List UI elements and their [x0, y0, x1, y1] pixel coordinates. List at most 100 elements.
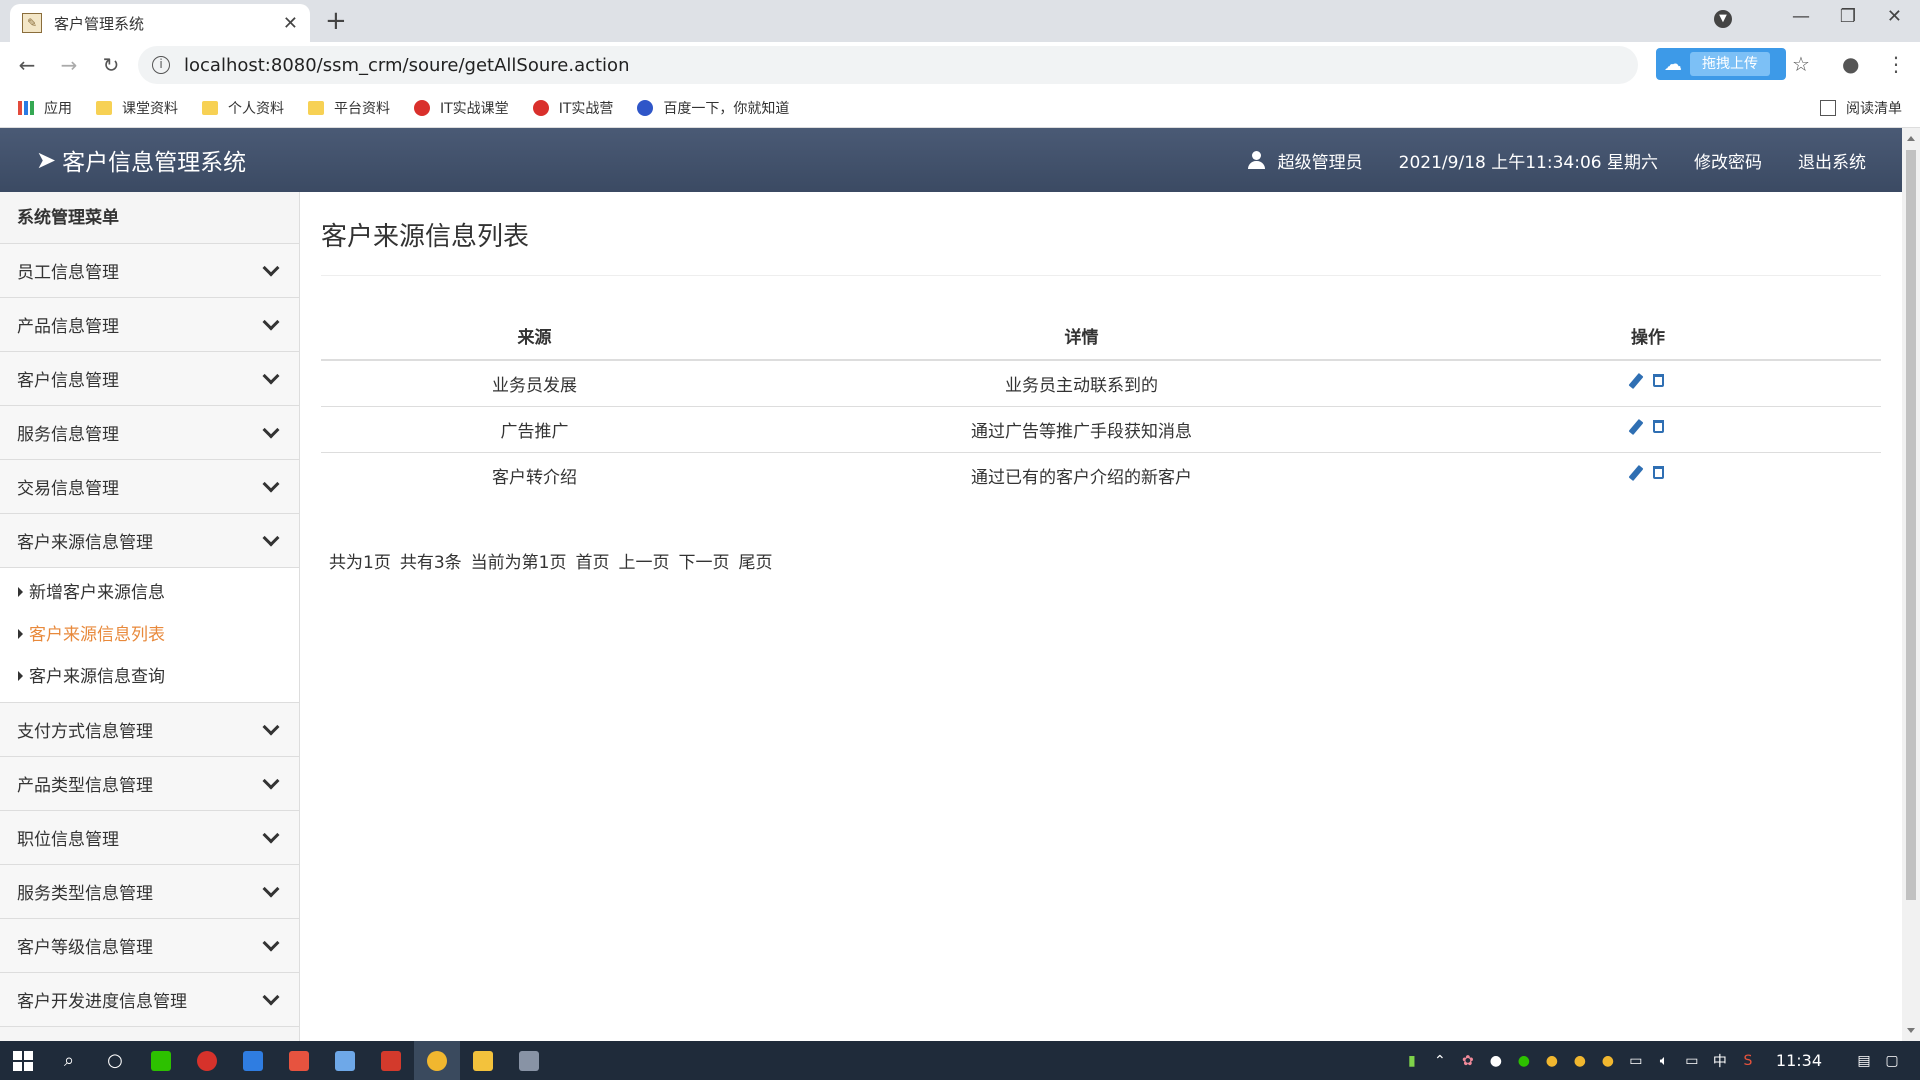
sidebar-item-customer-level[interactable]: 客户等级信息管理 [0, 919, 299, 973]
back-icon[interactable]: ← [12, 53, 42, 77]
search-icon[interactable]: ⌕ [46, 1041, 92, 1080]
minimize-icon[interactable]: — [1792, 6, 1810, 27]
pdf-app-icon[interactable] [276, 1041, 322, 1080]
sidebar-item-product-type[interactable]: 产品类型信息管理 [0, 757, 299, 811]
sidebar-item-label: 客户开发进度信息管理 [17, 992, 187, 1012]
start-button[interactable] [0, 1041, 46, 1080]
bookmark-folder[interactable]: 平台资料 [308, 98, 390, 118]
sidebar-item-product[interactable]: 产品信息管理 [0, 298, 299, 352]
ime-indicator[interactable]: 中 [1706, 1051, 1734, 1071]
pager-next-link[interactable]: 下一页 [678, 548, 729, 573]
submenu-add-source[interactable]: 新增客户来源信息 [0, 572, 299, 614]
scrollbar-thumb[interactable] [1906, 150, 1916, 900]
wechat-tray-icon[interactable]: ● [1510, 1053, 1538, 1069]
reading-list-button[interactable]: 阅读清单 [1820, 98, 1902, 118]
delete-trash-icon[interactable] [1652, 420, 1664, 433]
column-header-actions: 操作 [1415, 312, 1881, 361]
cell-detail: 通过已有的客户介绍的新客户 [971, 467, 1192, 488]
sidebar-item-dev-progress[interactable]: 客户开发进度信息管理 [0, 973, 299, 1027]
bookmark-folder[interactable]: 课堂资料 [96, 98, 178, 118]
delete-trash-icon[interactable] [1652, 466, 1664, 480]
bookmark-star-icon[interactable]: ☆ [1792, 52, 1810, 76]
sidebar-item-position[interactable]: 职位信息管理 [0, 811, 299, 865]
chevron-down-icon [262, 826, 280, 843]
qq-tray-icon[interactable]: ● [1538, 1053, 1566, 1069]
sidebar-item-transaction[interactable]: 交易信息管理 [0, 460, 299, 514]
notification-center-icon[interactable]: ▢ [1878, 1053, 1906, 1069]
submenu-label: 客户来源信息查询 [29, 667, 165, 687]
photos-app-icon[interactable] [322, 1041, 368, 1080]
caret-right-icon [18, 671, 23, 681]
flower-tray-icon[interactable]: ✿ [1454, 1053, 1482, 1069]
pagination: 共为1页 共有3条 当前为第1页 首页 上一页 下一页 尾页 [329, 548, 781, 573]
submenu-source-query[interactable]: 客户来源信息查询 [0, 656, 299, 698]
edit-pencil-icon[interactable] [1628, 372, 1643, 389]
main-content: 客户来源信息列表 来源 详情 操作 业务员发展 业务员主动联系到的 广告推广 通… [301, 192, 1902, 1041]
upload-extension-button[interactable]: ☁ 拖拽上传 [1656, 48, 1786, 80]
sidebar-item-service[interactable]: 服务信息管理 [0, 406, 299, 460]
window-close-icon[interactable]: ✕ [1887, 6, 1902, 27]
cortana-icon[interactable]: ○ [92, 1041, 138, 1080]
scroll-up-icon[interactable] [1907, 136, 1915, 141]
bookmark-label: 课堂资料 [122, 100, 178, 117]
wechat-app-icon[interactable] [138, 1041, 184, 1080]
notes-icon[interactable]: ▤ [1850, 1053, 1878, 1069]
tab-title: 客户管理系统 [54, 14, 145, 33]
settings-app-icon[interactable] [506, 1041, 552, 1080]
browser-tab[interactable]: ✎ 客户管理系统 ✕ [10, 4, 310, 42]
chevron-up-icon[interactable]: ⌃ [1426, 1053, 1454, 1069]
chrome-app-icon[interactable] [414, 1041, 460, 1080]
edit-pencil-icon[interactable] [1628, 418, 1643, 435]
forward-icon[interactable]: → [54, 53, 84, 77]
edit-pencil-icon[interactable] [1628, 464, 1643, 481]
change-password-link[interactable]: 修改密码 [1694, 148, 1762, 173]
submenu-source-list[interactable]: 客户来源信息列表 [0, 614, 299, 656]
bookmark-link[interactable]: 百度一下，你就知道 [637, 98, 789, 118]
site-info-icon[interactable]: i [152, 56, 170, 74]
sidebar-item-customer-source[interactable]: 客户来源信息管理 [0, 514, 299, 568]
bookmark-label: 应用 [44, 100, 72, 117]
profile-icon[interactable]: ● [1842, 52, 1859, 76]
bookmark-link[interactable]: IT实战课堂 [414, 98, 509, 118]
bookmark-folder[interactable]: 个人资料 [202, 98, 284, 118]
volume-icon[interactable]: 🔈︎ [1650, 1053, 1678, 1069]
address-bar[interactable]: i localhost:8080/ssm_crm/soure/getAllSou… [138, 46, 1638, 84]
scroll-down-icon[interactable] [1907, 1028, 1915, 1033]
qq-tray-icon[interactable]: ● [1594, 1053, 1622, 1069]
page-scrollbar[interactable] [1902, 128, 1920, 1041]
pager-prev-link[interactable]: 上一页 [618, 548, 669, 573]
tab-search-icon[interactable]: ▼ [1714, 10, 1732, 28]
chevron-down-icon [262, 529, 280, 546]
bookmark-apps[interactable]: 应用 [18, 98, 72, 118]
menu-kebab-icon[interactable]: ⋮ [1886, 52, 1906, 76]
sidebar-item-payment[interactable]: 支付方式信息管理 [0, 703, 299, 757]
battery-tray-icon[interactable]: ▮ [1398, 1053, 1426, 1069]
logout-link[interactable]: 退出系统 [1798, 148, 1866, 173]
delete-trash-icon[interactable] [1652, 374, 1664, 388]
sidebar-item-service-type[interactable]: 服务类型信息管理 [0, 865, 299, 919]
netease-music-app-icon[interactable] [184, 1041, 230, 1080]
reload-icon[interactable]: ↻ [96, 53, 126, 77]
taskbar-clock[interactable]: 11:34 [1776, 1051, 1822, 1070]
feishu-app-icon[interactable] [230, 1041, 276, 1080]
power-tray-icon[interactable]: ▭ [1622, 1053, 1650, 1069]
new-tab-icon[interactable]: + [325, 6, 347, 36]
qq-tray-icon[interactable]: ● [1566, 1053, 1594, 1069]
sidebar-item-customer[interactable]: 客户信息管理 [0, 352, 299, 406]
bookmark-link[interactable]: IT实战营 [532, 98, 613, 118]
network-icon[interactable]: ▭ [1678, 1053, 1706, 1069]
sidebar-item-label: 职位信息管理 [17, 830, 119, 850]
apps-grid-icon [18, 100, 34, 115]
chevron-down-icon [262, 988, 280, 1005]
restore-icon[interactable]: ❐ [1840, 6, 1856, 27]
file-explorer-app-icon[interactable] [460, 1041, 506, 1080]
sidebar-item-employee[interactable]: 员工信息管理 [0, 244, 299, 298]
tab-close-icon[interactable]: ✕ [283, 13, 298, 34]
sidebar-item-label: 客户信息管理 [17, 371, 119, 391]
pager-first-link[interactable]: 首页 [575, 548, 609, 573]
pager-last-link[interactable]: 尾页 [738, 548, 772, 573]
microphone-icon[interactable]: ● [1482, 1053, 1510, 1069]
pager-total-pages: 共为1页 [329, 553, 391, 573]
sogou-ime-icon[interactable]: S [1734, 1053, 1762, 1069]
wps-app-icon[interactable] [368, 1041, 414, 1080]
